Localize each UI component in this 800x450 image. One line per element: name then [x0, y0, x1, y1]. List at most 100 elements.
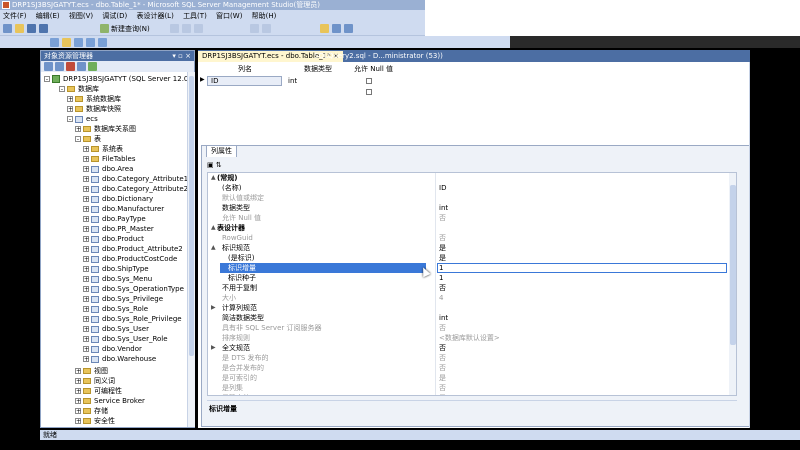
allow-null-checkbox[interactable] — [366, 78, 372, 84]
expand-icon[interactable]: + — [83, 296, 89, 303]
column-properties-tab[interactable]: 列属性 — [206, 145, 237, 157]
expand-icon[interactable]: + — [83, 356, 89, 363]
scroll-thumb[interactable] — [189, 76, 194, 356]
expand-icon[interactable]: + — [75, 378, 81, 385]
menu-help[interactable]: 帮助(H) — [252, 12, 277, 20]
property-row[interactable]: 不用于复制 否 — [208, 283, 736, 293]
primary-key-icon[interactable] — [62, 38, 71, 47]
property-row[interactable]: 大小 4 — [208, 293, 736, 303]
tree-service-broker[interactable]: + Service Broker — [75, 396, 145, 406]
tree-table-item[interactable]: + dbo.Vendor — [83, 344, 142, 354]
expand-icon[interactable]: + — [83, 146, 89, 153]
collapse-icon[interactable]: - — [59, 86, 65, 93]
expand-icon[interactable]: + — [75, 398, 81, 405]
expand-icon[interactable]: + — [83, 326, 89, 333]
expand-icon[interactable]: + — [67, 96, 73, 103]
tree-table-item[interactable]: + dbo.Dictionary — [83, 194, 153, 204]
property-row[interactable]: 具有非 SQL Server 订阅服务器 否 — [208, 323, 736, 333]
tree-tables[interactable]: -表 — [75, 134, 101, 144]
property-row[interactable]: 是 DTS 发布的 否 — [208, 353, 736, 363]
tree-table-item[interactable]: + dbo.PR_Master — [83, 224, 154, 234]
tree-table-item[interactable]: + dbo.Area — [83, 164, 133, 174]
tree-system-databases[interactable]: + 系统数据库 — [67, 94, 121, 104]
cut-icon[interactable] — [170, 24, 179, 33]
generate-script-icon[interactable] — [50, 38, 59, 47]
tree-table-item[interactable]: + dbo.Sys_User_Role — [83, 334, 168, 344]
tree-table-item[interactable]: + dbo.ProductCostCode — [83, 254, 177, 264]
property-row[interactable]: RowGuid 否 — [208, 233, 736, 243]
toolbox-icon[interactable] — [344, 24, 353, 33]
tree-table-item[interactable]: + dbo.ShipType — [83, 264, 149, 274]
expand-icon[interactable]: + — [83, 336, 89, 343]
tree-databases[interactable]: - 数据库 — [59, 84, 99, 94]
tree-table-item[interactable]: + dbo.Manufacturer — [83, 204, 164, 214]
indexes-icon[interactable] — [86, 38, 95, 47]
property-row[interactable]: 标识增量 1 — [208, 263, 736, 273]
expand-icon[interactable]: ▶ — [211, 343, 216, 353]
expand-icon[interactable]: ▶ — [211, 303, 216, 313]
tree-db-ecs[interactable]: - ecs — [67, 114, 98, 124]
tree-table-item[interactable]: + dbo.Sys_Privilege — [83, 294, 163, 304]
stop-icon[interactable] — [66, 62, 75, 71]
tree-table-item[interactable]: + dbo.Category_Attribute2 — [83, 184, 188, 194]
expand-icon[interactable]: + — [83, 256, 89, 263]
property-row[interactable]: 标识种子 1 — [208, 273, 736, 283]
tree-table-item[interactable]: + dbo.Sys_OperationType — [83, 284, 184, 294]
allow-null-checkbox-new[interactable] — [366, 89, 372, 95]
expand-icon[interactable]: + — [83, 286, 89, 293]
disconnect-icon[interactable] — [55, 62, 64, 71]
expand-icon[interactable]: + — [75, 126, 81, 133]
tree-table-item[interactable]: + dbo.Sys_User — [83, 324, 149, 334]
expand-icon[interactable]: + — [67, 106, 73, 113]
tree-table-item[interactable]: + dbo.PayType — [83, 214, 146, 224]
tree-views[interactable]: + 视图 — [75, 366, 108, 376]
expand-icon[interactable]: + — [83, 236, 89, 243]
property-row[interactable]: ▶ 全文规范 否 — [208, 343, 736, 353]
tree-programmability[interactable]: + 可编程性 — [75, 386, 122, 396]
collapse-icon[interactable]: - — [44, 76, 50, 83]
copy-icon[interactable] — [182, 24, 191, 33]
collapse-icon[interactable]: - — [67, 116, 73, 123]
tree-snapshots[interactable]: + 数据库快照 — [67, 104, 121, 114]
menu-file[interactable]: 文件(F) — [3, 12, 27, 20]
property-row[interactable]: ▲ (常规) — [208, 173, 736, 183]
relationships-icon[interactable] — [74, 38, 83, 47]
menu-tools[interactable]: 工具(T) — [183, 12, 207, 20]
data-type-cell[interactable]: int — [288, 76, 297, 86]
expand-icon[interactable]: + — [75, 368, 81, 375]
property-row[interactable]: ▲ 表设计器 — [208, 223, 736, 233]
expand-icon[interactable]: + — [75, 388, 81, 395]
tree-security[interactable]: + 安全性 — [75, 416, 115, 426]
property-row[interactable]: 排序规则 <数据库默认设置> — [208, 333, 736, 343]
expand-icon[interactable]: + — [83, 246, 89, 253]
new-query-button[interactable]: 新建查询(N) — [111, 23, 150, 35]
property-row[interactable]: ▶ 计算列规范 — [208, 303, 736, 313]
solution-explorer-icon[interactable] — [320, 24, 329, 33]
properties-icon[interactable] — [332, 24, 341, 33]
property-scrollbar[interactable] — [729, 173, 736, 395]
property-row[interactable]: 默认值或绑定 — [208, 193, 736, 203]
menu-edit[interactable]: 编辑(E) — [36, 12, 60, 20]
expand-icon[interactable]: + — [83, 196, 89, 203]
expand-icon[interactable]: + — [83, 216, 89, 223]
filter-icon[interactable] — [77, 62, 86, 71]
expand-icon[interactable]: + — [83, 266, 89, 273]
property-row[interactable]: 是列集 否 — [208, 383, 736, 393]
check-constraints-icon[interactable] — [98, 38, 107, 47]
connect-icon[interactable] — [44, 62, 53, 71]
tree-diagrams[interactable]: + 数据库关系图 — [75, 124, 136, 134]
property-row[interactable]: 是可索引的 是 — [208, 373, 736, 383]
tree-table-item[interactable]: + dbo.Sys_Menu — [83, 274, 152, 284]
expand-icon[interactable]: + — [83, 316, 89, 323]
property-row[interactable]: 允许 Null 值 否 — [208, 213, 736, 223]
expand-icon[interactable]: + — [83, 156, 89, 163]
collapse-icon[interactable]: - — [75, 136, 81, 143]
expand-icon[interactable]: + — [75, 408, 81, 415]
scroll-thumb[interactable] — [730, 185, 736, 345]
save-all-icon[interactable] — [39, 24, 48, 33]
property-row[interactable]: 数据类型 int — [208, 203, 736, 213]
property-row[interactable]: 简洁数据类型 int — [208, 313, 736, 323]
menu-table-designer[interactable]: 表设计器(L) — [136, 12, 173, 20]
column-name-cell[interactable]: ID — [207, 76, 282, 86]
new-query-icon[interactable] — [100, 24, 109, 33]
